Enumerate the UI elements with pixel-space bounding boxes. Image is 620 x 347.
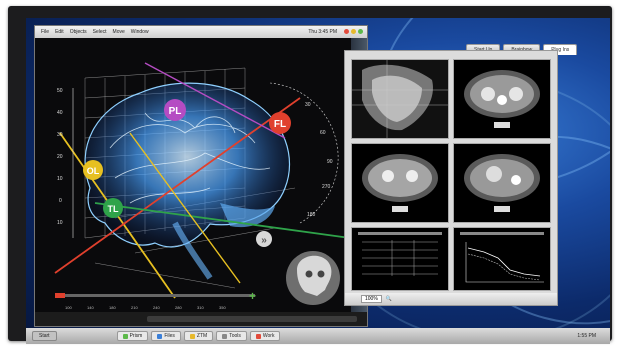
brain-canvas[interactable]: 30 60 90 270 180 50 40 30 20 10 0 10 PL — [35, 38, 351, 312]
ruler-tick: 0 — [59, 198, 62, 204]
menu-file[interactable]: File — [41, 29, 49, 35]
timeline-tick: 100 — [65, 305, 72, 310]
arc-tick: 60 — [320, 130, 326, 136]
timeline-scrubber[interactable] — [147, 316, 357, 322]
arc-tick: 90 — [327, 159, 333, 165]
taskbar-item-files[interactable]: Files — [151, 331, 181, 341]
brain-app-window[interactable]: File Edit Objects Select Move Window Thu… — [34, 25, 368, 327]
menu-bar: File Edit Objects Select Move Window Thu… — [35, 26, 367, 38]
taskbar-item-work[interactable]: Work — [249, 331, 281, 341]
tl-label: TL — [108, 204, 119, 214]
pl-label: PL — [169, 106, 182, 117]
taskbar: Start Prism Files ZTM Tools Work 1:55 PM — [26, 328, 610, 344]
taskbar-item-label: Prism — [129, 333, 143, 339]
timeline-tick: 140 — [87, 305, 94, 310]
app-icon — [157, 333, 163, 339]
fl-marker[interactable]: FL — [269, 112, 291, 134]
start-button[interactable]: Start — [32, 331, 57, 341]
menu-move[interactable]: Move — [113, 29, 125, 35]
ol-marker[interactable]: OL — [83, 160, 103, 180]
timeline-tick: 210 — [131, 305, 138, 310]
close-window-button[interactable] — [344, 29, 349, 34]
menu-select[interactable]: Select — [93, 29, 107, 35]
timeline-slider-track[interactable] — [55, 294, 255, 297]
taskbar-item-label: ZTM — [196, 333, 208, 339]
desktop: File Edit Objects Select Move Window Thu… — [26, 18, 610, 344]
timeline-slider-start[interactable] — [55, 293, 65, 298]
plus-icon[interactable]: + — [249, 289, 256, 303]
fl-label: FL — [274, 119, 286, 130]
menu-window[interactable]: Window — [131, 29, 149, 35]
menu-objects[interactable]: Objects — [70, 29, 87, 35]
menu-clock: Thu 3:45 PM — [308, 29, 337, 35]
ol-label: OL — [87, 166, 100, 176]
ruler-tick: 20 — [57, 154, 63, 160]
ruler-tick: 30 — [57, 132, 63, 138]
app-icon — [222, 333, 228, 339]
tl-marker[interactable]: TL — [103, 198, 123, 218]
next-button[interactable]: » — [256, 231, 272, 247]
report-table-graphic — [352, 228, 448, 290]
viewer-footer: 100% 🔍 — [345, 293, 557, 305]
zoom-window-button[interactable] — [358, 29, 363, 34]
app-icon — [189, 333, 195, 339]
taskbar-item-ztm[interactable]: ZTM — [183, 331, 214, 341]
arc-tick: 30 — [305, 102, 311, 108]
taskbar-item-tools[interactable]: Tools — [216, 331, 247, 341]
arc-tick: 180 — [307, 212, 316, 218]
scan-ct-3[interactable] — [453, 143, 551, 223]
ruler-tick: 40 — [57, 110, 63, 116]
scan-image — [454, 144, 550, 222]
scan-image — [352, 144, 448, 222]
report-graph-graphic — [454, 228, 550, 290]
report-table-panel[interactable] — [351, 227, 449, 291]
report-graph-panel[interactable] — [453, 227, 551, 291]
zoom-magnifier-icon[interactable]: 🔍 — [386, 296, 392, 302]
app-icon — [122, 333, 128, 339]
timeline-bar — [35, 312, 367, 326]
ruler-tick: 50 — [57, 88, 63, 94]
ruler-tick: 10 — [57, 176, 63, 182]
zoom-select[interactable]: 100% — [361, 295, 382, 303]
app-icon — [255, 333, 261, 339]
taskbar-item-prism[interactable]: Prism — [116, 331, 149, 341]
arc-tick: 270 — [322, 184, 331, 190]
timeline-tick: 180 — [109, 305, 116, 310]
scan-ct-2[interactable] — [351, 143, 449, 223]
skull-thumbnail[interactable] — [286, 251, 340, 305]
timeline-tick: 240 — [153, 305, 160, 310]
timeline-tick: 310 — [197, 305, 204, 310]
next-icon: » — [261, 235, 267, 246]
scan-image — [454, 60, 550, 138]
scan-mri-sagittal[interactable] — [351, 59, 449, 139]
taskbar-item-label: Files — [164, 333, 175, 339]
scan-ct-1[interactable] — [453, 59, 551, 139]
timeline-tick: 280 — [175, 305, 182, 310]
window-controls — [344, 29, 363, 34]
scan-image — [352, 60, 448, 138]
taskbar-item-label: Work — [262, 333, 275, 339]
timeline-tick: 350 — [219, 305, 226, 310]
pl-marker[interactable]: PL — [164, 99, 186, 121]
monitor-frame: File Edit Objects Select Move Window Thu… — [8, 6, 612, 344]
brain-model — [84, 82, 291, 280]
scan-viewer-window[interactable]: 100% 🔍 — [344, 50, 558, 306]
ruler-tick: 10 — [57, 220, 63, 226]
taskbar-item-label: Tools — [229, 333, 241, 339]
minimize-window-button[interactable] — [351, 29, 356, 34]
taskbar-clock: 1:55 PM — [577, 333, 596, 339]
menu-edit[interactable]: Edit — [55, 29, 64, 35]
